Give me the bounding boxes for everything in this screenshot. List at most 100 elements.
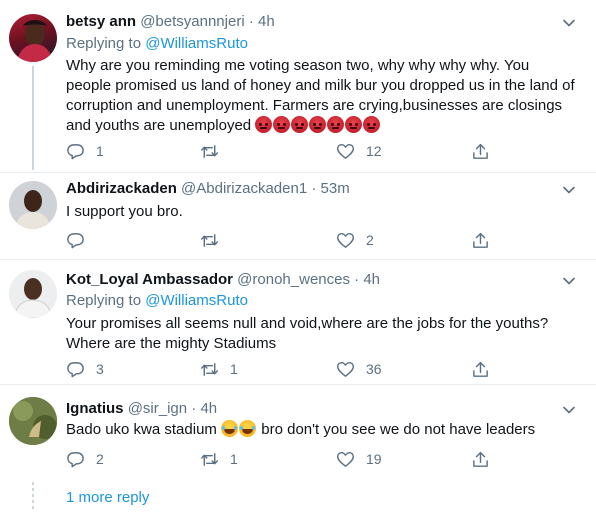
angry-face-emoji [291,116,309,133]
angry-face-emoji [363,116,381,133]
separator-dot: · [191,400,197,417]
share-button[interactable] [471,230,490,250]
mention-link[interactable]: @WilliamsRuto [145,35,248,52]
avatar[interactable] [9,397,57,445]
display-name[interactable]: betsy ann [66,13,136,30]
like-icon [336,361,355,377]
retweet-count: 1 [230,361,238,377]
angry-face-emoji [345,116,363,133]
reply-count: 2 [96,451,104,467]
reply-icon [67,232,84,248]
replying-to: Replying to @WilliamsRuto [66,34,248,54]
angry-face-emoji [255,116,273,133]
user-handle[interactable]: @betsyannnjeri [140,13,244,30]
avatar-photo [17,20,53,62]
share-icon [473,451,488,467]
timestamp[interactable]: 53m [321,180,350,197]
tweet-header: Ignatius @sir_ign · 4h [66,399,217,419]
like-icon [336,232,355,248]
retweet-count: 1 [230,451,238,467]
reply-button[interactable] [66,230,96,250]
avatar-photo [9,181,57,229]
share-button[interactable] [471,141,490,161]
retweet-icon [200,362,219,376]
tweet-body-start: Bado uko kwa stadium [66,421,222,438]
tweet-header: betsy ann @betsyannnjeri · 4h [66,12,275,32]
reply-button[interactable]: 1 [66,141,104,161]
timestamp[interactable]: 4h [363,271,380,288]
reply-icon [67,361,84,377]
reply-button[interactable]: 2 [66,449,104,469]
replying-to: Replying to @WilliamsRuto [66,291,248,311]
mention-link[interactable]: @WilliamsRuto [145,292,248,309]
like-count: 36 [366,361,382,377]
separator-dot: · [311,180,317,197]
tweet-body: Your promises all seems null and void,wh… [66,315,549,352]
like-button[interactable]: 19 [336,449,382,469]
tweet-body: I support you bro. [66,203,183,220]
like-count: 12 [366,143,382,159]
share-icon [473,361,488,377]
replying-label: Replying to [66,35,142,52]
user-handle[interactable]: @ronoh_wences [237,271,350,288]
thread-dots [32,482,34,512]
like-count: 19 [366,451,382,467]
reply-icon [67,143,84,159]
like-button[interactable]: 12 [336,141,382,161]
thread-line [32,66,34,170]
display-name[interactable]: Ignatius [66,400,124,417]
separator-dot: · [248,13,254,30]
tweet-kot-loyal-ambassador[interactable]: Kot_Loyal Ambassador @ronoh_wences · 4h … [0,260,596,384]
reply-button[interactable]: 3 [66,359,104,379]
reply-icon [67,451,84,467]
reply-count: 1 [96,143,104,159]
tweet-actions: 2 1 19 [66,449,506,469]
display-name[interactable]: Abdirizackaden [66,180,177,197]
timestamp[interactable]: 4h [200,400,217,417]
replying-label: Replying to [66,292,142,309]
share-icon [473,143,488,159]
tweet-header: Abdirizackaden @Abdirizackaden1 · 53m [66,179,350,199]
tweet-actions: 3 1 36 [66,359,506,379]
retweet-button[interactable]: 1 [200,359,238,379]
tweet-actions: 2 [66,230,506,250]
chevron-down-icon[interactable] [562,183,576,197]
like-button[interactable]: 2 [336,230,374,250]
user-handle[interactable]: @Abdirizackaden1 [181,180,307,197]
more-replies-link[interactable]: 1 more reply [66,488,149,508]
avatar[interactable] [9,14,57,62]
tweet-actions: 1 12 [66,141,506,161]
tweet-body-end: bro don't you see we do not have leaders [257,421,536,438]
angry-face-emoji [327,116,345,133]
share-button[interactable] [471,359,490,379]
chevron-down-icon[interactable] [562,403,576,417]
like-icon [336,451,355,467]
chevron-down-icon[interactable] [562,274,576,288]
tweet-text: I support you bro. [66,202,576,222]
retweet-icon [200,452,219,466]
retweet-button[interactable] [200,141,230,161]
retweet-button[interactable]: 1 [200,449,238,469]
chevron-down-icon[interactable] [562,16,576,30]
share-button[interactable] [471,449,490,469]
user-handle[interactable]: @sir_ign [128,400,187,417]
tweet-text: Your promises all seems null and void,wh… [66,314,576,354]
avatar[interactable] [9,181,57,229]
tweet-ignatius[interactable]: Ignatius @sir_ign · 4h Bado uko kwa stad… [0,385,596,480]
retweet-icon [200,233,219,247]
tweet-betsy-ann[interactable]: betsy ann @betsyannnjeri · 4h Replying t… [0,0,596,170]
laughing-tears-emoji [221,420,239,437]
like-button[interactable]: 36 [336,359,382,379]
reply-count: 3 [96,361,104,377]
timestamp[interactable]: 4h [258,13,275,30]
angry-face-emoji [309,116,327,133]
avatar[interactable] [9,270,57,318]
tweet-text: Bado uko kwa stadium bro don't you see w… [66,420,576,440]
avatar-photo [9,270,57,318]
retweet-button[interactable] [200,230,230,250]
separator-dot: · [354,271,360,288]
laughing-tears-emoji [239,420,257,437]
display-name[interactable]: Kot_Loyal Ambassador [66,271,233,288]
tweet-abdirizackaden[interactable]: Abdirizackaden @Abdirizackaden1 · 53m I … [0,173,596,259]
angry-face-emoji [273,116,291,133]
